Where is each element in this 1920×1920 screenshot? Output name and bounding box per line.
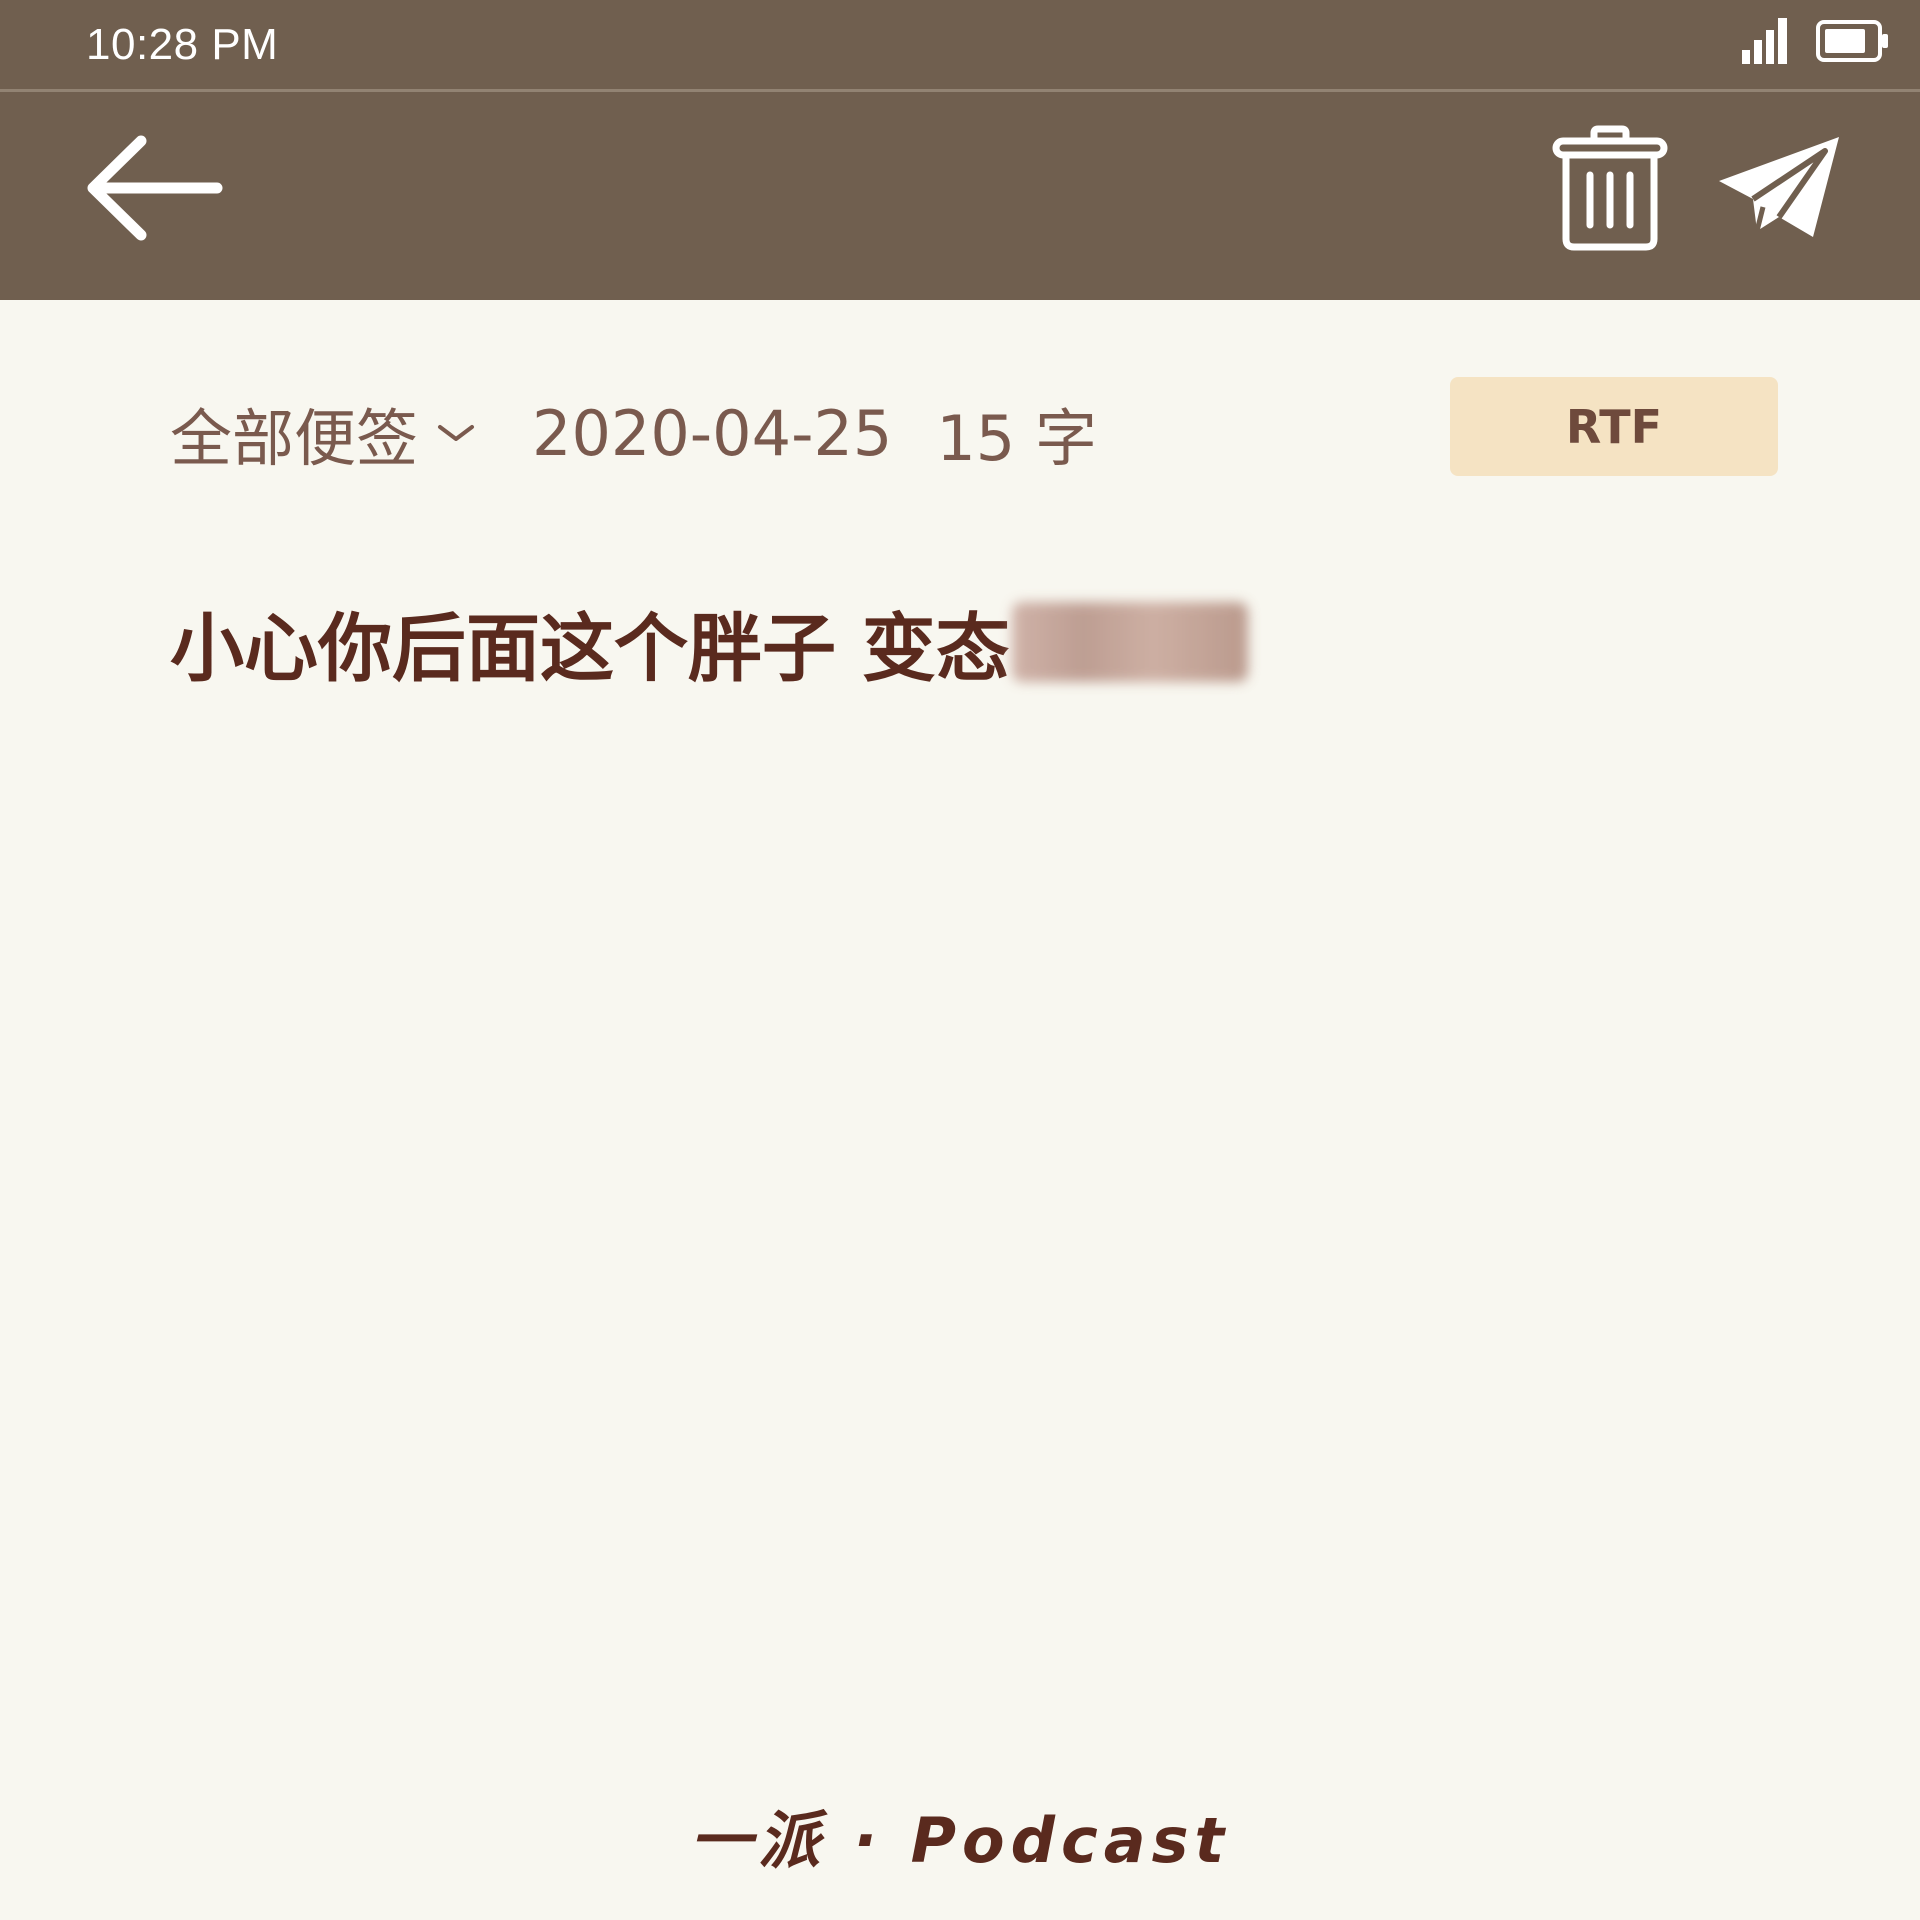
toolbar <box>0 92 1920 300</box>
word-count: 15 字 <box>936 402 1097 475</box>
footer-brand-logo: 一派 · Podcast <box>689 1804 1231 1877</box>
redacted-text <box>1011 602 1248 682</box>
status-icons <box>1742 18 1890 68</box>
arrow-left-icon <box>85 133 225 247</box>
rtf-format-button[interactable]: RTF <box>1450 377 1778 476</box>
chevron-down-icon <box>436 421 476 445</box>
note-date: 2020-04-25 <box>532 396 893 470</box>
status-bar: 10:28 PM <box>0 0 1920 92</box>
battery-icon <box>1816 20 1890 66</box>
send-button[interactable] <box>1700 130 1860 250</box>
delete-button[interactable] <box>1540 120 1680 260</box>
folder-dropdown[interactable]: 全部便签 <box>170 388 532 478</box>
note-meta-row: 全部便签 2020-04-25 15 字 <box>170 388 1097 478</box>
paper-plane-icon <box>1715 133 1845 247</box>
note-content-area[interactable]: 小心你后面这个胖子 变态 <box>170 592 1248 692</box>
trash-icon <box>1550 125 1670 255</box>
folder-label: 全部便签 <box>170 402 419 475</box>
signal-bars-icon <box>1742 18 1790 68</box>
note-content-text: 小心你后面这个胖子 变态 <box>170 605 1010 692</box>
status-time: 10:28 PM <box>86 20 279 69</box>
back-button[interactable] <box>80 130 230 250</box>
